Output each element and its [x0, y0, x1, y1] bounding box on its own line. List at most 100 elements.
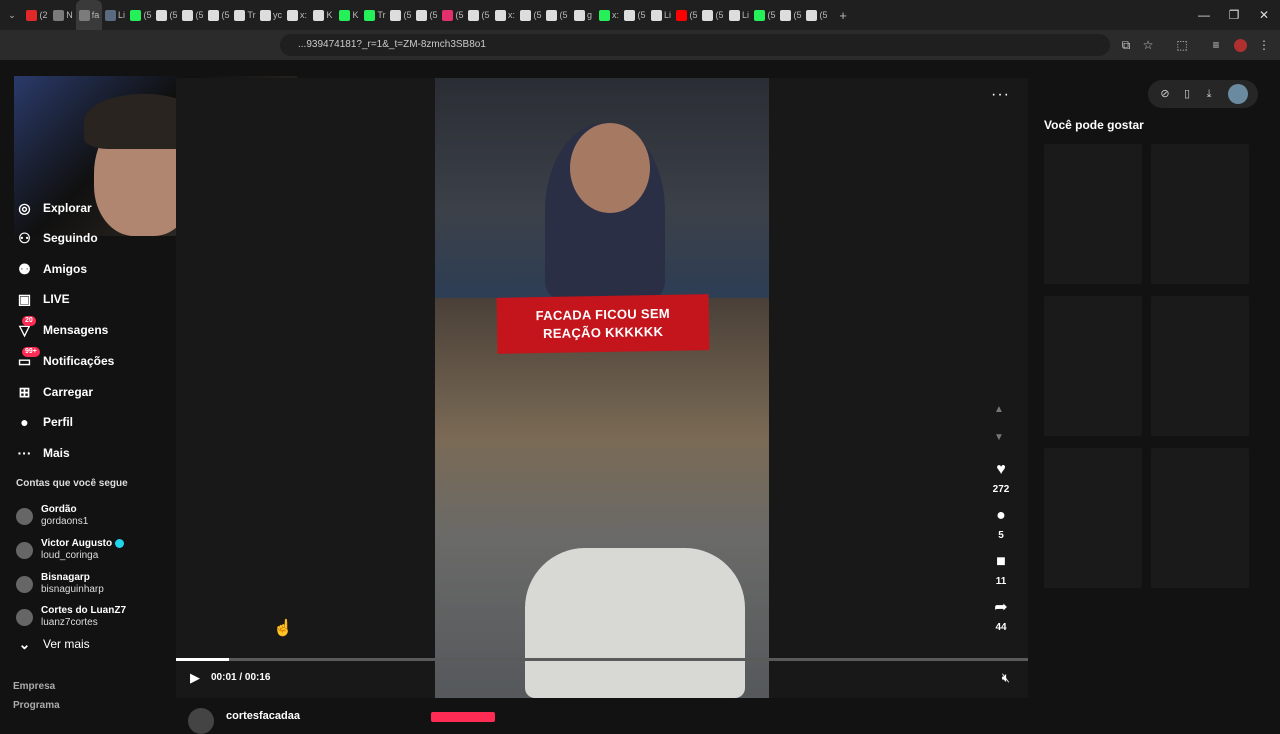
- see-more-button[interactable]: ⌄ Ver mais: [16, 632, 90, 656]
- close-window-button[interactable]: ✕: [1248, 0, 1280, 30]
- suggestions-title: Você pode gostar: [1044, 118, 1144, 132]
- browser-tab[interactable]: Tr: [232, 0, 258, 30]
- browser-tab[interactable]: (5: [804, 0, 830, 30]
- media-control-icon[interactable]: ≡: [1208, 37, 1224, 53]
- browser-tab[interactable]: (5: [440, 0, 466, 30]
- followed-account[interactable]: Victor Augusto loud_coringa: [16, 538, 125, 562]
- browser-tab[interactable]: K: [310, 0, 336, 30]
- browser-tab[interactable]: (5: [622, 0, 648, 30]
- suggestion-thumbnail[interactable]: [1151, 296, 1249, 436]
- browser-tab[interactable]: Li: [648, 0, 674, 30]
- browser-tab[interactable]: x:: [596, 0, 622, 30]
- more-options-button[interactable]: ···: [991, 86, 1010, 104]
- browser-tab[interactable]: (5: [674, 0, 700, 30]
- sidebar-item-2[interactable]: ⚇ Seguindo: [16, 226, 97, 250]
- browser-menu-icon[interactable]: ⋮: [1256, 37, 1272, 53]
- sidebar-item-5[interactable]: ▽ 20 Mensagens: [16, 315, 108, 342]
- browser-tab[interactable]: Tr: [362, 0, 388, 30]
- author-avatar[interactable]: [188, 708, 214, 734]
- browser-tab[interactable]: (5: [180, 0, 206, 30]
- new-tab-button[interactable]: +: [830, 0, 856, 30]
- browser-tab[interactable]: yc: [258, 0, 284, 30]
- live-icon: ▣: [17, 290, 32, 307]
- bookmark-star-icon[interactable]: ☆: [1140, 37, 1156, 53]
- browser-tab[interactable]: (5: [778, 0, 804, 30]
- suggestion-thumbnail[interactable]: [1151, 144, 1249, 284]
- tab-title: x:: [299, 10, 307, 20]
- sidebar-item-1[interactable]: ◎ Explorar: [16, 196, 92, 220]
- browser-tab[interactable]: Li: [726, 0, 752, 30]
- comment-button[interactable]: ● 5: [988, 506, 1014, 541]
- browser-tab[interactable]: fa: [76, 0, 102, 30]
- tab-favicon-icon: [573, 9, 585, 21]
- profile-icon[interactable]: [1232, 37, 1248, 53]
- sidebar-item-9[interactable]: ··· Mais: [16, 441, 70, 465]
- tab-title: (5: [143, 10, 152, 20]
- compass-icon[interactable]: ⊘: [1158, 87, 1172, 101]
- extensions-icon[interactable]: ⬚: [1174, 37, 1190, 53]
- friends-icon: ⚉: [18, 260, 31, 277]
- download-icon[interactable]: ⤓: [1202, 87, 1216, 101]
- tab-title: (5: [793, 10, 802, 20]
- video-frame[interactable]: FACADA FICOU SEM REAÇÃO KKKKKK: [435, 78, 769, 698]
- bookmark-icon: ■: [996, 553, 1006, 570]
- install-app-icon[interactable]: ⧉: [1118, 37, 1134, 53]
- browser-tab[interactable]: (5: [752, 0, 778, 30]
- suggestion-thumbnail[interactable]: [1044, 144, 1142, 284]
- followed-account[interactable]: Gordão gordaons1: [16, 504, 88, 528]
- mute-icon[interactable]: 🔇︎: [1002, 670, 1010, 686]
- suggestion-thumbnail[interactable]: [1151, 448, 1249, 588]
- tab-title: yc: [273, 10, 282, 20]
- tab-favicon-icon: [624, 9, 636, 21]
- followed-account[interactable]: Bisnagarp bisnaguinharp: [16, 572, 104, 596]
- sidebar-item-label: Explorar: [43, 201, 92, 215]
- browser-tab[interactable]: (2: [24, 0, 50, 30]
- browser-tab[interactable]: x:: [284, 0, 310, 30]
- follow-button[interactable]: [431, 712, 495, 722]
- sidebar-item-7[interactable]: ⊞ Carregar: [16, 380, 93, 404]
- sidebar-item-3[interactable]: ⚉ Amigos: [16, 257, 87, 281]
- browser-tab[interactable]: (5: [206, 0, 232, 30]
- tab-search-button[interactable]: ⌄: [0, 0, 24, 30]
- suggestion-thumbnail[interactable]: [1044, 296, 1142, 436]
- browser-tab[interactable]: g: [570, 0, 596, 30]
- progress-bar[interactable]: [176, 658, 1028, 661]
- save-button[interactable]: ■ 11: [988, 552, 1014, 587]
- followed-account[interactable]: Cortes do LuanZ7 luanz7cortes: [16, 605, 126, 629]
- user-avatar[interactable]: [1228, 84, 1248, 104]
- tab-title: (5: [221, 10, 230, 20]
- sidebar-item-8[interactable]: ● Perfil: [16, 410, 73, 434]
- account-name-text: Victor Augusto: [41, 538, 113, 549]
- browser-tab[interactable]: x:: [492, 0, 518, 30]
- like-button[interactable]: ♥ 272: [988, 460, 1014, 495]
- sidebar-item-4[interactable]: ▣ LIVE: [16, 287, 70, 311]
- chevron-down-icon[interactable]: ▼: [994, 432, 1004, 443]
- browser-tab[interactable]: (5: [128, 0, 154, 30]
- suggestion-thumbnail[interactable]: [1044, 448, 1142, 588]
- tab-title: (5: [429, 10, 438, 20]
- browser-tab[interactable]: K: [336, 0, 362, 30]
- browser-tab[interactable]: (5: [700, 0, 726, 30]
- restore-button[interactable]: ❐: [1218, 0, 1250, 30]
- footer-link[interactable]: Empresa: [13, 681, 55, 692]
- comment-count: 5: [998, 530, 1004, 541]
- browser-tab[interactable]: N: [50, 0, 76, 30]
- sidebar-item-6[interactable]: ▭ 99+ Notificações: [16, 346, 114, 373]
- tab-favicon-icon: [339, 9, 351, 21]
- browser-tab[interactable]: Li: [102, 0, 128, 30]
- phone-icon[interactable]: ▯: [1180, 87, 1194, 101]
- browser-tab[interactable]: (5: [414, 0, 440, 30]
- video-player[interactable]: FACADA FICOU SEM REAÇÃO KKKKKK ··· ▲ ▼ ♥…: [176, 78, 1028, 698]
- browser-tab[interactable]: (5: [518, 0, 544, 30]
- browser-tab[interactable]: (5: [544, 0, 570, 30]
- author-name[interactable]: cortesfacadaa: [226, 710, 300, 722]
- address-bar[interactable]: ...939474181?_r=1&_t=ZM-8zmch3SB8o1: [280, 34, 1110, 56]
- play-icon[interactable]: ▶: [190, 670, 200, 686]
- share-button[interactable]: ➦ 44: [988, 598, 1014, 633]
- browser-tab[interactable]: (5: [154, 0, 180, 30]
- minimize-button[interactable]: —: [1188, 0, 1220, 30]
- browser-tab[interactable]: (5: [466, 0, 492, 30]
- footer-link[interactable]: Programa: [13, 700, 60, 711]
- browser-tab[interactable]: (5: [388, 0, 414, 30]
- chevron-up-icon[interactable]: ▲: [994, 404, 1004, 415]
